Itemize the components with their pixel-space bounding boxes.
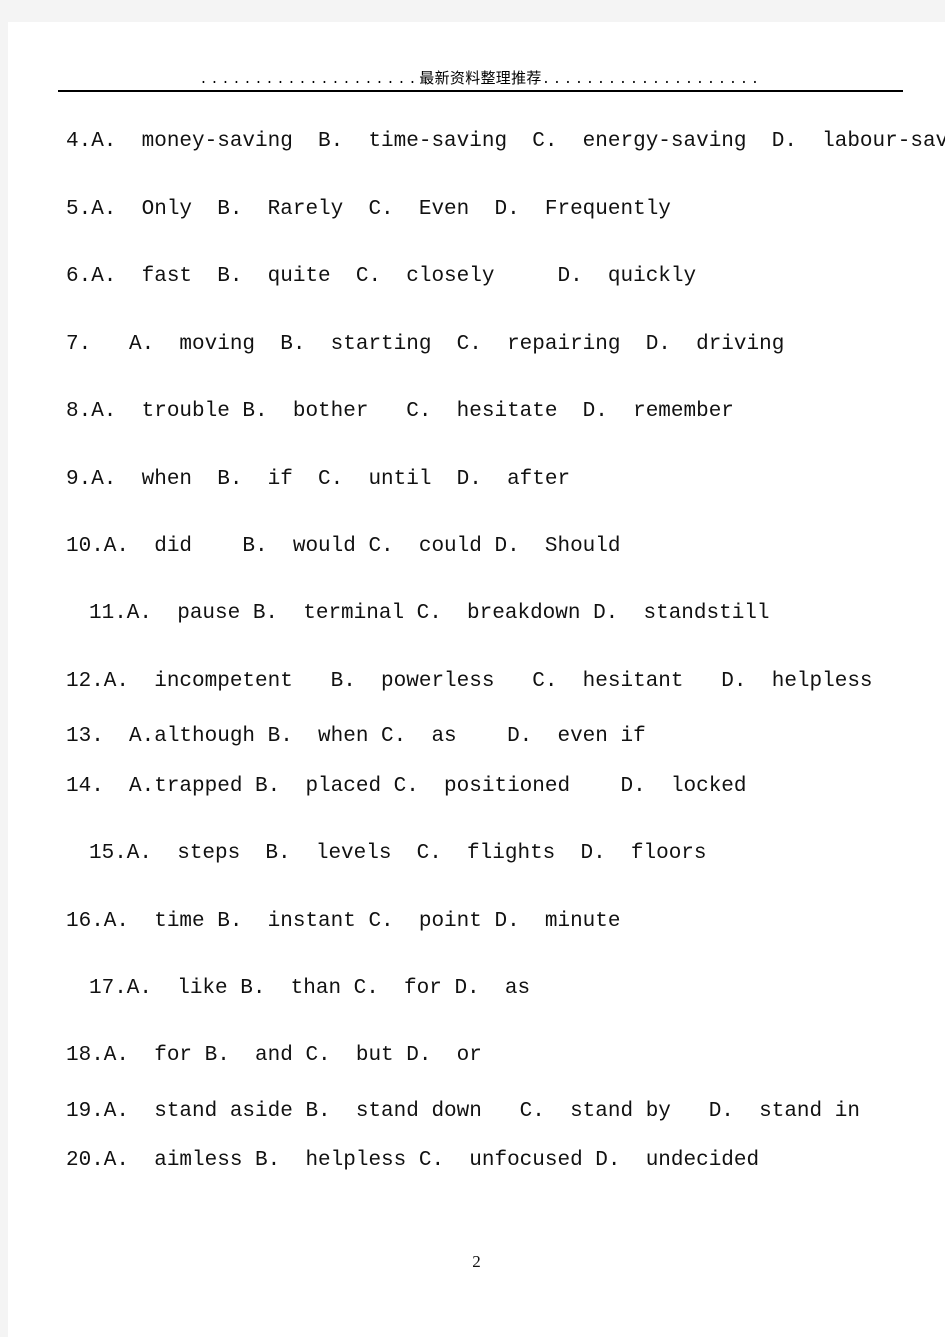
document-page: ....................最新资料整理推荐............… [8, 22, 945, 1337]
question-line: 10.A. did B. would C. could D. Should [66, 535, 621, 558]
question-line: 12.A. incompetent B. powerless C. hesita… [66, 670, 873, 693]
question-line: 19.A. stand aside B. stand down C. stand… [66, 1100, 860, 1123]
question-line: 7. A. moving B. starting C. repairing D.… [66, 333, 785, 356]
question-line: 5.A. Only B. Rarely C. Even D. Frequentl… [66, 198, 671, 221]
question-line: 11.A. pause B. terminal C. breakdown D. … [89, 602, 770, 625]
question-line: 20.A. aimless B. helpless C. unfocused D… [66, 1149, 760, 1172]
question-line: 6.A. fast B. quite C. closely D. quickly [66, 265, 697, 288]
question-line: 13. A.although B. when C. as D. even if [66, 725, 646, 748]
question-line: 18.A. for B. and C. but D. or [66, 1044, 482, 1067]
question-line: 8.A. trouble B. bother C. hesitate D. re… [66, 400, 734, 423]
question-line: 16.A. time B. instant C. point D. minute [66, 910, 621, 933]
question-line: 4.A. money-saving B. time-saving C. ener… [66, 130, 945, 153]
question-line: 14. A.trapped B. placed C. positioned D.… [66, 775, 747, 798]
page-background: ....................最新资料整理推荐............… [0, 0, 945, 1337]
question-line: 15.A. steps B. levels C. flights D. floo… [89, 842, 707, 865]
question-line: 9.A. when B. if C. until D. after [66, 468, 571, 491]
question-list: 4.A. money-saving B. time-saving C. ener… [8, 22, 945, 1337]
page-number: 2 [472, 1252, 481, 1271]
question-line: 17.A. like B. than C. for D. as [89, 977, 531, 1000]
